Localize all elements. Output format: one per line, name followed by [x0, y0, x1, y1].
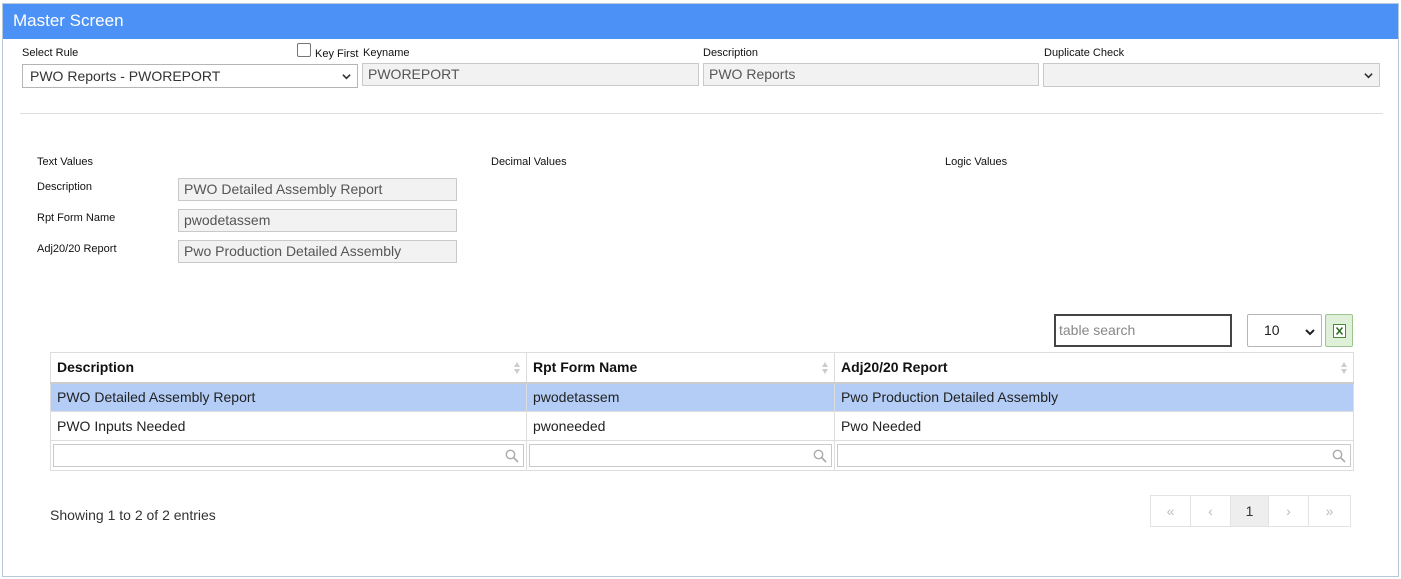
pager-first-button[interactable]: « [1151, 496, 1191, 526]
keyname-field[interactable]: PWOREPORT [362, 63, 699, 86]
filter-rpt-form-name-input[interactable] [529, 444, 832, 467]
chevron-down-icon [342, 74, 351, 80]
table-cell: PWO Detailed Assembly Report [50, 382, 527, 412]
chevron-down-icon [1364, 73, 1373, 79]
table-cell: Pwo Production Detailed Assembly [834, 382, 1354, 412]
search-icon [1332, 449, 1346, 463]
duplicate-check-dropdown[interactable] [1043, 63, 1380, 87]
search-icon [813, 449, 827, 463]
column-filter-row [50, 440, 1354, 471]
column-header-rpt-form-name[interactable]: Rpt Form Name [526, 352, 835, 383]
pager-next-button[interactable]: › [1269, 496, 1309, 526]
tv-description-label: Description [37, 181, 93, 193]
description-field[interactable]: PWO Reports [703, 63, 1039, 86]
sort-icon [1341, 362, 1347, 374]
filter-cell [834, 440, 1354, 471]
column-header-adj2020-report[interactable]: Adj20/20 Report [834, 352, 1354, 383]
table-cell: Pwo Needed [834, 411, 1354, 441]
page-size-select[interactable]: 10 [1247, 314, 1322, 347]
pager-prev-button[interactable]: ‹ [1191, 496, 1231, 526]
table-cell: PWO Inputs Needed [50, 411, 527, 441]
tv-description-field[interactable]: PWO Detailed Assembly Report [178, 178, 457, 201]
key-first-checkbox[interactable] [297, 43, 311, 57]
column-header-description[interactable]: Description [50, 352, 527, 383]
tv-rpt-form-name-label: Rpt Form Name [37, 212, 116, 224]
filter-adj2020-report-input[interactable] [837, 444, 1351, 467]
section-divider [20, 113, 1383, 114]
excel-icon [1333, 324, 1346, 338]
filter-description-input[interactable] [53, 444, 524, 467]
tv-rpt-form-name-field[interactable]: pwodetassem [178, 209, 457, 232]
logic-values-heading: Logic Values [945, 156, 1008, 168]
pager-last-button[interactable]: » [1309, 496, 1350, 526]
duplicate-check-label: Duplicate Check [1044, 47, 1125, 59]
text-values-heading: Text Values [37, 156, 94, 168]
pager-page-1[interactable]: 1 [1231, 496, 1269, 526]
select-rule-value: PWO Reports - PWOREPORT [30, 68, 221, 84]
table-row[interactable]: PWO Detailed Assembly Report pwodetassem… [50, 382, 1354, 412]
search-icon [505, 449, 519, 463]
sort-icon [514, 362, 520, 374]
select-rule-dropdown[interactable]: PWO Reports - PWOREPORT [22, 64, 358, 88]
key-first-label: Key First [315, 48, 359, 60]
master-screen-window: Master Screen Select Rule PWO Reports - … [2, 3, 1399, 577]
tv-adj2020-report-field[interactable]: Pwo Production Detailed Assembly [178, 240, 457, 263]
table-header-row: Description Rpt Form Name Adj20/20 Repor… [50, 352, 1354, 383]
table-cell: pwodetassem [526, 382, 835, 412]
table-search-input[interactable]: table search [1054, 314, 1232, 347]
keyname-label: Keyname [363, 47, 410, 59]
window-title: Master Screen [3, 4, 1398, 39]
pagination: « ‹ 1 › » [1150, 495, 1351, 527]
table-row[interactable]: PWO Inputs Needed pwoneeded Pwo Needed [50, 411, 1354, 441]
tv-adj2020-report-label: Adj20/20 Report [37, 243, 117, 255]
table-info: Showing 1 to 2 of 2 entries [50, 507, 216, 523]
page-size-value: 10 [1264, 322, 1280, 338]
sort-icon [822, 362, 828, 374]
description-label: Description [703, 47, 759, 59]
chevron-down-icon [1305, 329, 1315, 336]
filter-cell [50, 440, 527, 471]
select-rule-label: Select Rule [22, 47, 79, 59]
decimal-values-heading: Decimal Values [491, 156, 567, 168]
excel-export-button[interactable] [1325, 314, 1353, 347]
table-cell: pwoneeded [526, 411, 835, 441]
data-table: Description Rpt Form Name Adj20/20 Repor… [50, 352, 1354, 471]
filter-cell [526, 440, 835, 471]
